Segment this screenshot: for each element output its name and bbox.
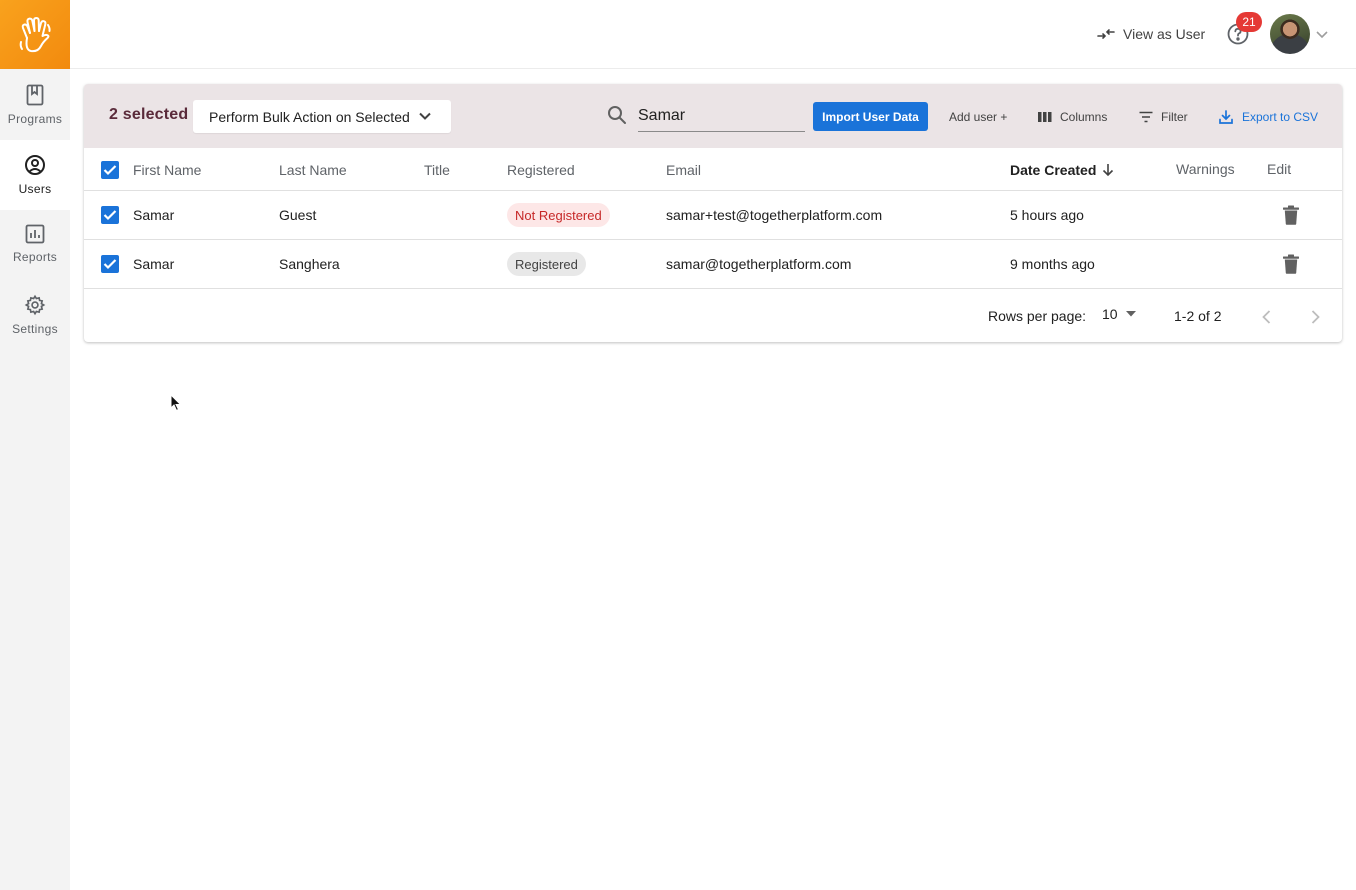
column-header-title[interactable]: Title [424, 162, 450, 178]
date-created-label: Date Created [1010, 162, 1097, 178]
bulk-action-select[interactable]: Perform Bulk Action on Selected [193, 100, 451, 133]
column-header-date-created[interactable]: Date Created [1010, 162, 1114, 178]
column-header-last-name[interactable]: Last Name [279, 162, 347, 178]
columns-label: Columns [1060, 109, 1108, 124]
bulk-action-label: Perform Bulk Action on Selected [209, 108, 410, 125]
columns-icon [1038, 111, 1052, 122]
column-header-registered[interactable]: Registered [507, 162, 575, 178]
view-as-user-button[interactable]: View as User [1097, 22, 1205, 46]
user-circle-icon [25, 155, 45, 175]
mouse-pointer-icon [170, 394, 182, 412]
top-header: View as User 21 [70, 0, 1356, 69]
search-input[interactable] [638, 101, 805, 132]
row-checkbox[interactable] [101, 255, 119, 273]
filter-icon [1139, 111, 1153, 122]
add-user-button[interactable]: Add user + [949, 102, 1007, 131]
bulk-toolbar: 2 selected Perform Bulk Action on Select… [84, 84, 1342, 148]
trash-icon[interactable] [1282, 254, 1300, 274]
cell-first-name: Samar [133, 207, 175, 223]
caret-down-icon [1125, 311, 1136, 317]
cell-date-created: 5 hours ago [1010, 207, 1084, 223]
download-icon [1219, 109, 1233, 124]
select-all-checkbox[interactable] [101, 161, 119, 179]
check-icon [103, 259, 117, 270]
sidebar-item-programs[interactable]: Programs [0, 70, 70, 140]
row-checkbox[interactable] [101, 206, 119, 224]
add-user-label: Add user + [949, 109, 1008, 124]
avatar[interactable] [1270, 14, 1310, 54]
sidebar-item-users[interactable]: Users [0, 140, 70, 210]
sidebar-item-label: Programs [7, 112, 63, 126]
chevron-right-icon[interactable] [1305, 307, 1325, 327]
cell-email: samar@togetherplatform.com [666, 256, 852, 272]
import-user-data-button[interactable]: Import User Data [813, 102, 928, 131]
swap-arrows-icon [1097, 29, 1115, 39]
chevron-down-icon[interactable] [1314, 26, 1330, 42]
check-icon [103, 210, 117, 221]
book-icon [26, 84, 44, 106]
rows-per-page-value: 10 [1102, 306, 1118, 322]
arrow-down-icon [1103, 164, 1114, 177]
chevron-left-icon[interactable] [1257, 307, 1277, 327]
status-badge: Registered [507, 252, 586, 276]
sidebar-item-settings[interactable]: Settings [0, 280, 70, 350]
sidebar-item-label: Settings [12, 322, 58, 336]
table-pagination: Rows per page: 10 1-2 of 2 [84, 289, 1342, 342]
waving-hand-icon [19, 16, 51, 52]
export-csv-button[interactable]: Export to CSV [1218, 102, 1318, 131]
filter-label: Filter [1161, 109, 1188, 124]
columns-button[interactable]: Columns [1038, 102, 1107, 131]
table-row[interactable]: Samar Guest Not Registered samar+test@to… [84, 191, 1342, 240]
rows-per-page-select[interactable]: 10 [1102, 306, 1136, 322]
trash-icon[interactable] [1282, 205, 1300, 225]
chevron-down-icon [419, 112, 431, 120]
sidebar: Programs Users Reports Settings [0, 0, 70, 890]
filter-button[interactable]: Filter [1139, 102, 1188, 131]
gear-icon [24, 294, 46, 316]
search-icon [608, 106, 626, 124]
column-header-warnings[interactable]: Warnings [1176, 161, 1235, 177]
view-as-user-label: View as User [1123, 26, 1206, 42]
table-row[interactable]: Samar Sanghera Registered samar@together… [84, 240, 1342, 289]
cell-last-name: Sanghera [279, 256, 340, 272]
status-badge: Not Registered [507, 203, 610, 227]
cell-date-created: 9 months ago [1010, 256, 1095, 272]
selected-count: 2 selected [109, 106, 189, 123]
export-csv-label: Export to CSV [1242, 109, 1319, 124]
cell-first-name: Samar [133, 256, 175, 272]
users-table-card: 2 selected Perform Bulk Action on Select… [84, 84, 1342, 342]
cell-last-name: Guest [279, 207, 317, 223]
sidebar-item-reports[interactable]: Reports [0, 210, 70, 280]
pagination-range: 1-2 of 2 [1174, 308, 1222, 324]
notification-badge: 21 [1236, 12, 1262, 32]
rows-per-page-label: Rows per page: [988, 308, 1087, 324]
sidebar-item-label: Reports [12, 250, 58, 264]
column-header-edit: Edit [1267, 161, 1292, 177]
sidebar-item-label: Users [18, 182, 52, 196]
table-header: First Name Last Name Title Registered Em… [84, 148, 1342, 191]
column-header-email[interactable]: Email [666, 162, 701, 178]
bar-chart-icon [25, 224, 45, 244]
cell-email: samar+test@togetherplatform.com [666, 207, 883, 223]
check-icon [103, 165, 117, 176]
column-header-first-name[interactable]: First Name [133, 162, 201, 178]
app-logo[interactable] [0, 0, 70, 69]
